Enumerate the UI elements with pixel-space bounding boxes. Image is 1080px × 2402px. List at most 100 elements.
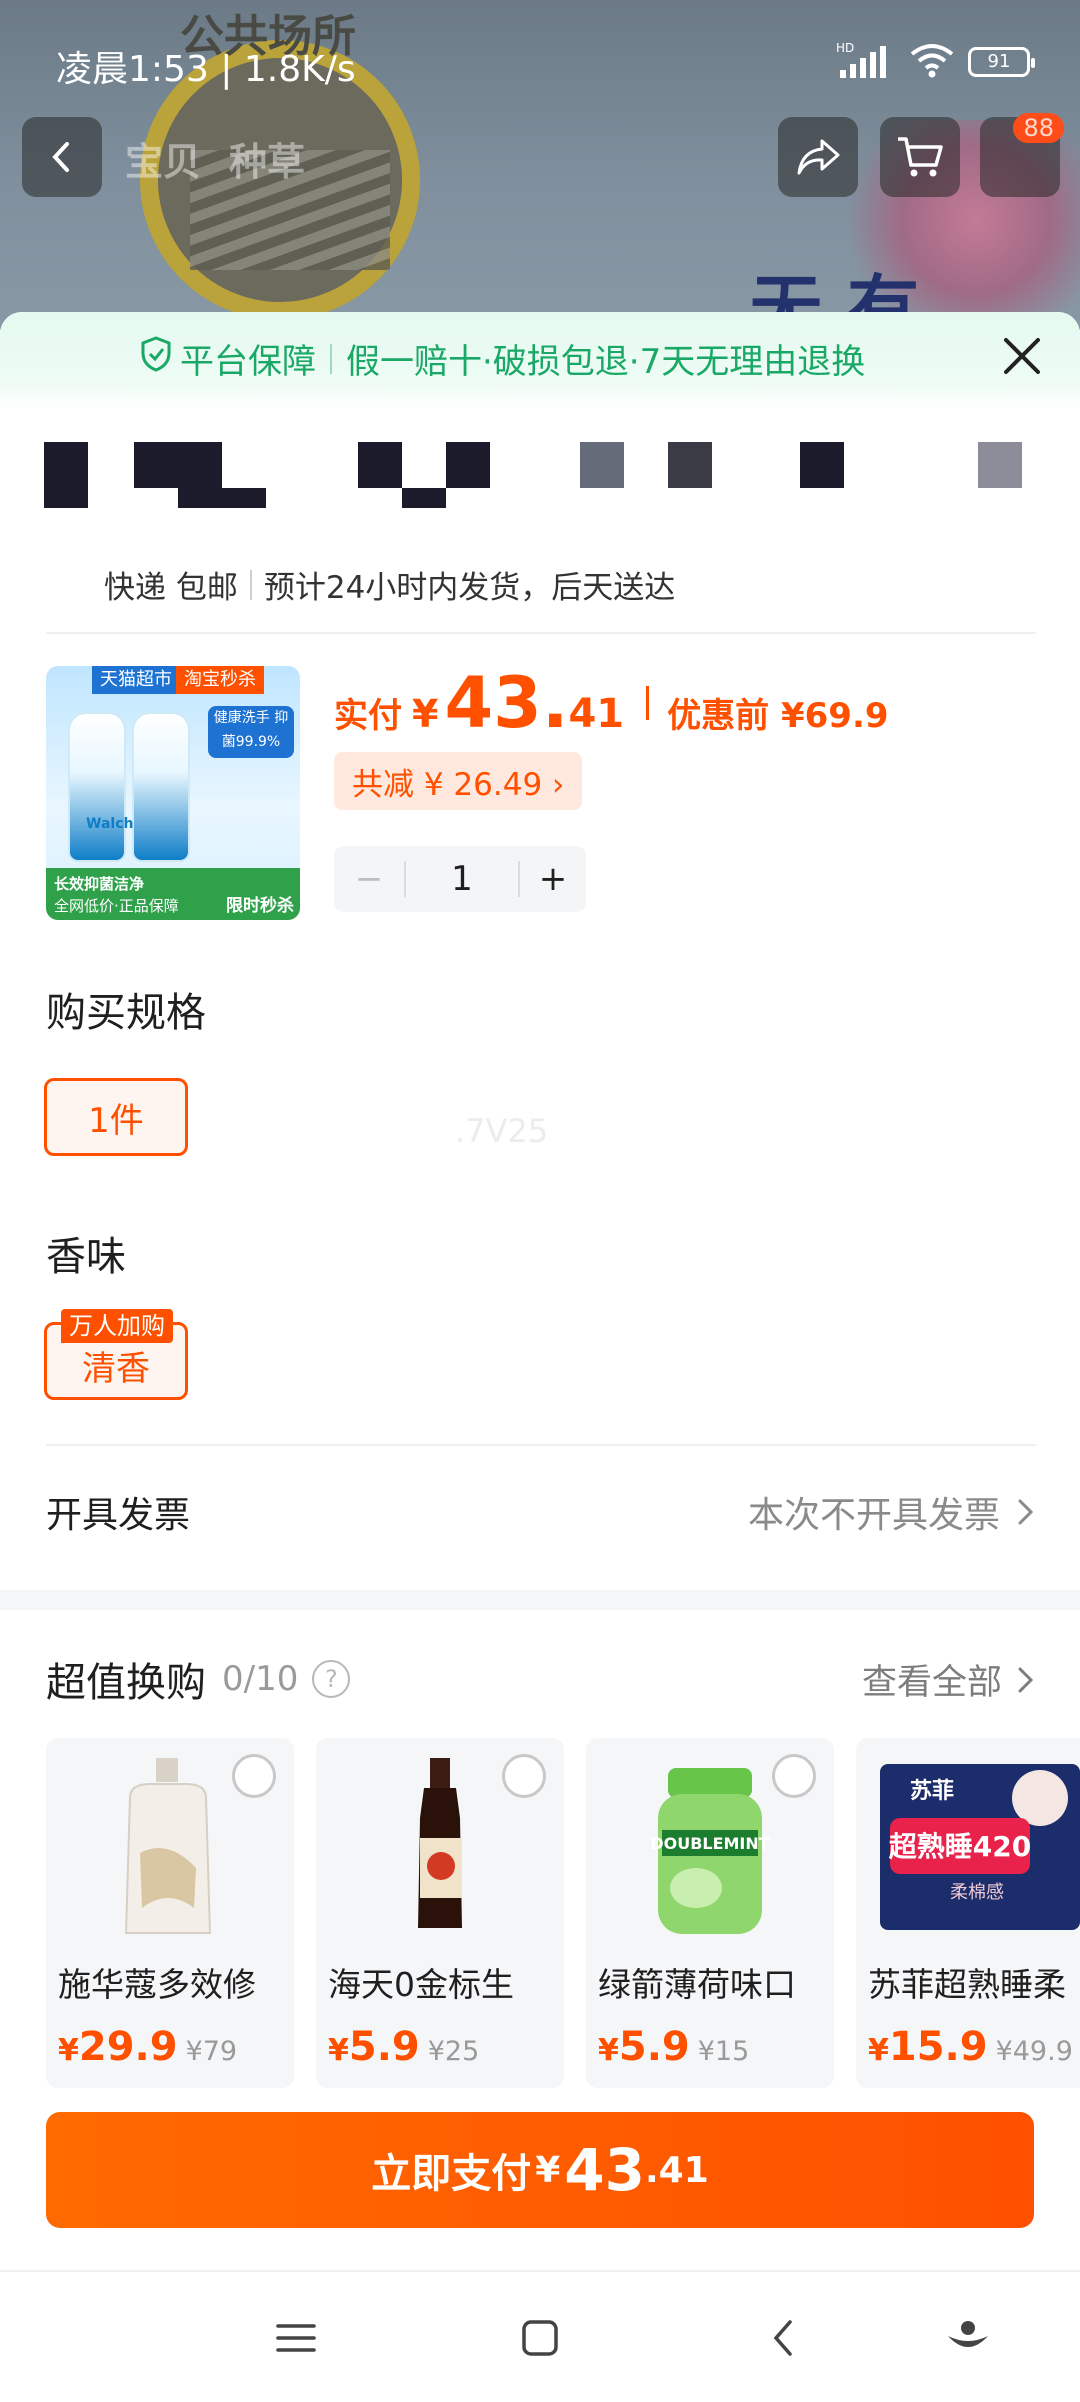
swap-count: 0/10 <box>222 1659 299 1699</box>
menu-icon[interactable] <box>268 2310 324 2366</box>
watermark-text: .7V25 <box>455 1112 549 1150</box>
swap-item-price: ¥5.9 ¥15 <box>598 2024 750 2070</box>
swap-select-radio[interactable] <box>772 1754 816 1798</box>
section-divider <box>46 1444 1036 1446</box>
shipping-info: 快递 包邮 预计24小时内发货，后天送达 <box>104 562 675 607</box>
sanitary-pad-pack-image: 超熟睡420 苏菲 柔棉感 <box>880 1764 1080 1930</box>
shipping-estimate: 预计24小时内发货，后天送达 <box>263 570 676 606</box>
price-divider <box>646 686 650 720</box>
guarantee-terms: 假一赔十·破损包退·7天无理由退换 <box>346 342 866 382</box>
swap-select-radio[interactable] <box>232 1754 276 1798</box>
guarantee-content: 平台保障 假一赔十·破损包退·7天无理由退换 <box>140 334 865 383</box>
guarantee-divider <box>330 343 332 374</box>
swap-item-name: 海天0金标生 <box>328 1965 514 2004</box>
price-before-discount: 优惠前 ¥69.9 <box>667 696 889 736</box>
swap-item-old-price: ¥15 <box>697 2036 750 2067</box>
price-decimal: 41 <box>568 691 625 737</box>
svg-text:柔棉感: 柔棉感 <box>950 1882 1004 1903</box>
svg-text:超熟睡420: 超熟睡420 <box>889 1830 1031 1863</box>
svg-text:DOUBLEMINT: DOUBLEMINT <box>650 1834 769 1853</box>
product-top-bar: 宝贝 种草 88 <box>0 113 1080 197</box>
svg-text:HD: HD <box>836 41 854 55</box>
invoice-row[interactable]: 开具发票 本次不开具发票 <box>46 1472 1036 1552</box>
product-bottle <box>68 712 126 862</box>
cart-button[interactable] <box>880 117 960 197</box>
svg-text:苏菲: 苏菲 <box>910 1778 954 1804</box>
product-flash-sale: 限时秒杀 <box>226 896 294 916</box>
spec-title: 购买规格 <box>46 990 206 1036</box>
invoice-label: 开具发票 <box>46 1495 191 1536</box>
product-banner-top: 长效抑菌洁净 <box>54 875 145 893</box>
shield-check-icon <box>140 336 172 381</box>
close-button[interactable] <box>998 332 1046 380</box>
wifi-icon <box>910 42 954 82</box>
help-icon[interactable]: ? <box>312 1660 351 1698</box>
price-currency: ¥ <box>412 692 439 736</box>
chevron-right-icon <box>1018 1667 1034 1692</box>
more-button[interactable]: 88 <box>980 113 1064 197</box>
swap-item-card[interactable]: 超熟睡420 苏菲 柔棉感 苏菲超熟睡柔 ¥15.9 ¥49.9 <box>856 1738 1080 2088</box>
swap-item-price: ¥5.9 ¥25 <box>328 2024 480 2070</box>
back-button[interactable] <box>22 117 102 197</box>
product-claim: 健康洗手 抑菌99.9% <box>208 706 294 758</box>
shipping-method: 快递 包邮 <box>104 570 238 606</box>
chevron-left-icon <box>52 142 69 172</box>
swap-item-now-price: 15.9 <box>888 2024 988 2070</box>
pay-currency: ¥ <box>535 2149 561 2191</box>
guarantee-title: 平台保障 <box>180 342 316 382</box>
price-line: 实付 ¥ 43. 41 优惠前 ¥69.9 <box>334 662 889 744</box>
section-gap <box>0 1590 1080 1610</box>
product-bottle <box>132 712 190 862</box>
swap-item-now-price: 5.9 <box>618 2024 690 2070</box>
product-image-tag: 天猫超市 <box>92 666 180 694</box>
battery-icon: 91 <box>968 47 1035 77</box>
product-image-tag: 淘宝秒杀 <box>176 666 264 694</box>
swap-header: 超值换购 0/10 ? <box>46 1650 351 1708</box>
view-all-link[interactable]: 查看全部 <box>862 1654 1036 1705</box>
scent-popular-tag: 万人加购 <box>61 1309 173 1343</box>
close-icon <box>1004 338 1040 374</box>
share-icon <box>797 139 840 175</box>
shipping-divider <box>249 569 252 600</box>
home-icon[interactable] <box>512 2310 568 2366</box>
guarantee-banner: 平台保障 假一赔十·破损包退·7天无理由退换 <box>0 312 1080 412</box>
back-icon[interactable] <box>756 2310 812 2366</box>
scent-option-selected[interactable]: 万人加购 清香 <box>44 1309 188 1400</box>
tab-seeding[interactable]: 种草 <box>229 131 305 186</box>
product-banner-bottom: 全网低价·正品保障 <box>54 897 179 915</box>
swap-item-price: ¥29.9 ¥79 <box>58 2024 238 2070</box>
decrease-button[interactable]: − <box>334 859 404 899</box>
swap-item-name: 施华蔻多效修 <box>58 1965 256 2004</box>
swap-item-old-price: ¥49.9 <box>995 2036 1073 2067</box>
product-brand: Walch <box>86 816 134 832</box>
assistant-icon[interactable] <box>940 2310 996 2366</box>
chevron-right-icon <box>1018 1499 1034 1525</box>
hd-signal-icon: HD <box>836 40 896 84</box>
price-integer: 43. <box>444 662 569 744</box>
spec-option-selected[interactable]: 1件 <box>44 1078 188 1156</box>
product-image[interactable]: 天猫超市 淘宝秒杀 健康洗手 抑菌99.9% Walch 长效抑菌洁净 全网低价… <box>46 666 300 920</box>
cart-icon <box>898 137 943 177</box>
invoice-value-group: 本次不开具发票 <box>748 1486 1036 1538</box>
price-label: 实付 <box>334 696 402 736</box>
swap-items: 施华蔻多效修 ¥29.9 ¥79 海天0金标生 ¥5.9 ¥25 DOUBLEM… <box>46 1738 1080 2088</box>
product-tabs: 宝贝 种草 <box>125 131 305 186</box>
pay-now-button[interactable]: 立即支付 ¥ 43 .41 <box>46 2112 1034 2228</box>
redacted-address <box>44 442 1034 508</box>
swap-item-now-price: 5.9 <box>348 2024 420 2070</box>
share-button[interactable] <box>778 117 858 197</box>
pay-decimal: .41 <box>645 2149 709 2191</box>
discount-badge[interactable]: 共减 ¥ 26.49 › <box>334 752 583 810</box>
swap-item-card[interactable]: 海天0金标生 ¥5.9 ¥25 <box>316 1738 564 2088</box>
swap-item-card[interactable]: DOUBLEMINT 绿箭薄荷味口 ¥5.9 ¥15 <box>586 1738 834 2088</box>
quantity-value[interactable]: 1 <box>406 859 518 899</box>
pay-integer: 43 <box>564 2136 645 2204</box>
swap-item-card[interactable]: 施华蔻多效修 ¥29.9 ¥79 <box>46 1738 294 2088</box>
scent-option-label: 清香 <box>82 1348 150 1389</box>
increase-button[interactable]: + <box>520 859 586 899</box>
tab-item[interactable]: 宝贝 <box>125 131 201 186</box>
swap-item-name: 绿箭薄荷味口 <box>598 1965 796 2004</box>
swap-item-name: 苏菲超熟睡柔 <box>868 1965 1066 2004</box>
view-all-label: 查看全部 <box>861 1663 1002 1703</box>
swap-select-radio[interactable] <box>502 1754 546 1798</box>
